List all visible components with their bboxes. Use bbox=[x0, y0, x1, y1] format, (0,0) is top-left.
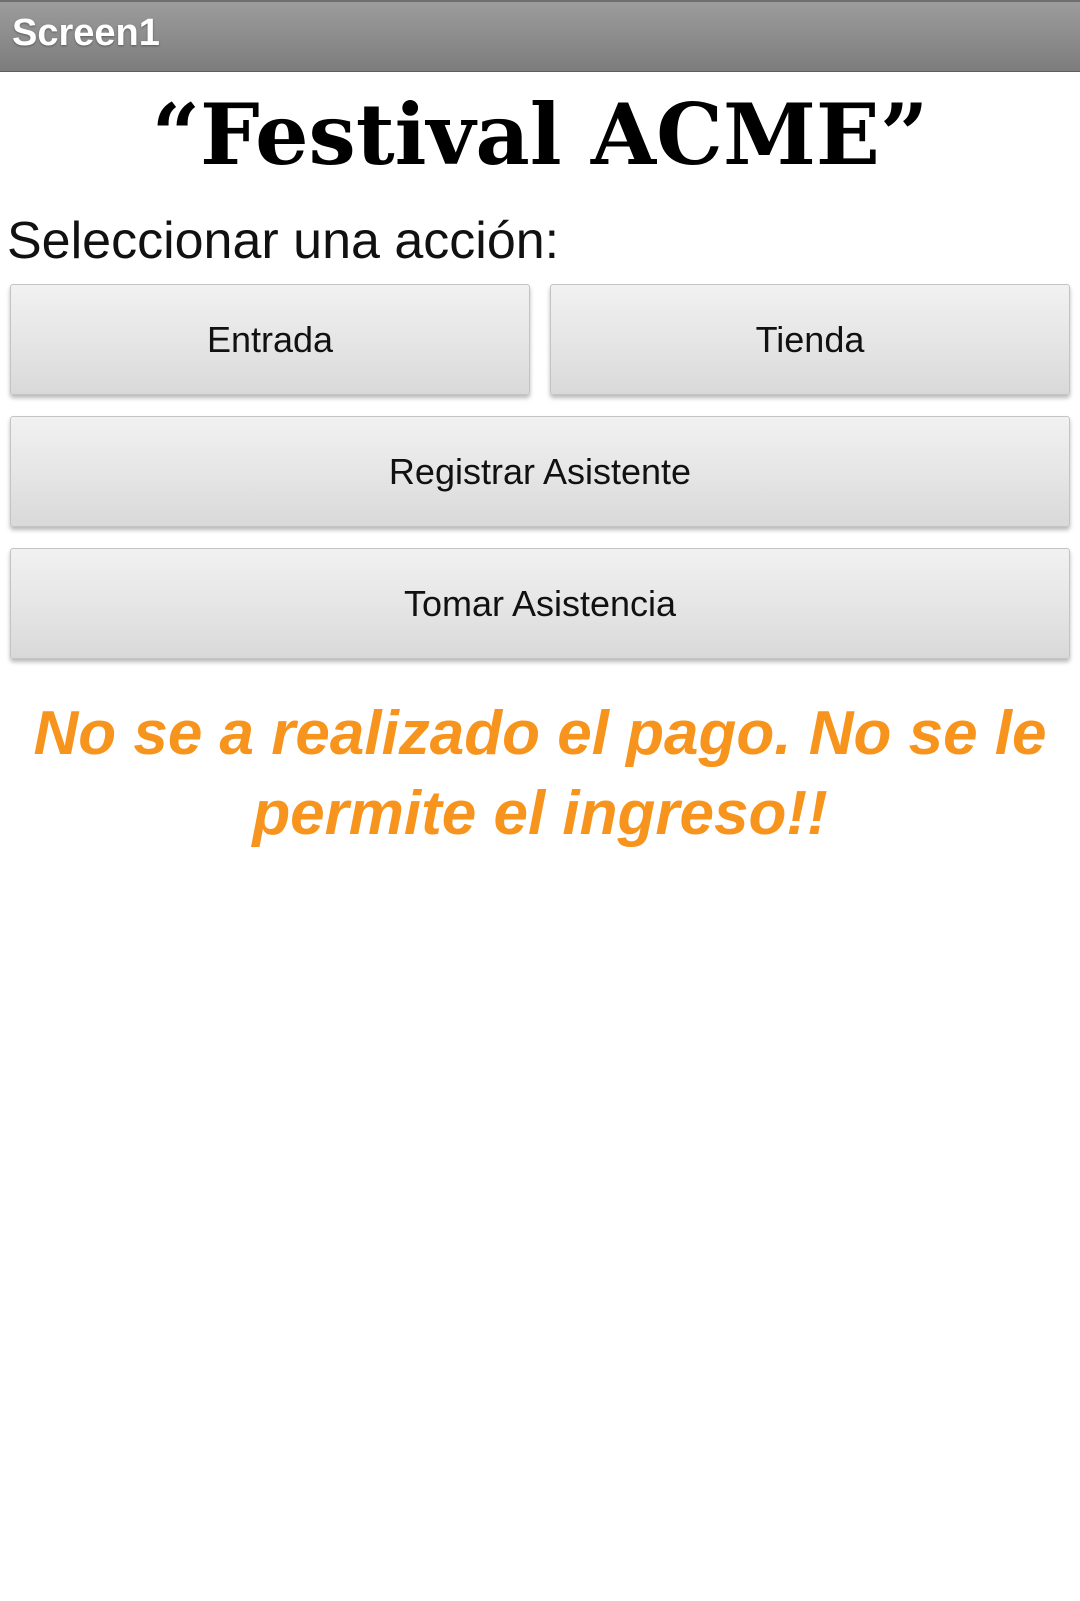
page-title: “Festival ACME” bbox=[151, 85, 929, 184]
tienda-button[interactable]: Tienda bbox=[550, 284, 1070, 395]
screen-titlebar: Screen1 bbox=[0, 0, 1080, 72]
tomar-asistencia-button[interactable]: Tomar Asistencia bbox=[10, 548, 1070, 659]
screen-title: Screen1 bbox=[12, 12, 160, 54]
action-prompt-label: Seleccionar una acción: bbox=[7, 212, 560, 270]
payment-status-message: No se a realizado el pago. No se le perm… bbox=[33, 699, 1047, 848]
registrar-asistente-button[interactable]: Registrar Asistente bbox=[10, 416, 1070, 527]
entrada-button[interactable]: Entrada bbox=[10, 284, 530, 395]
